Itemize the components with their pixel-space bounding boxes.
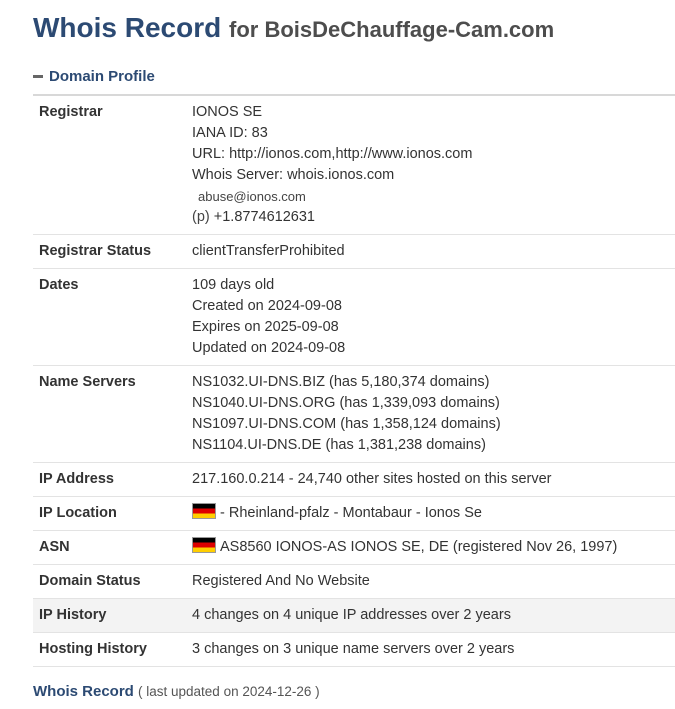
value-text: 109 days old <box>192 277 275 293</box>
value-text: Whois Server: whois.ionos.com <box>192 167 395 183</box>
value-text: 4 changes on 4 unique IP addresses over … <box>192 607 511 623</box>
value-line: 217.160.0.214 - 24,740 other sites hoste… <box>192 469 669 490</box>
row-label: ASN <box>33 530 186 565</box>
value-text: NS1097.UI-DNS.COM (has 1,358,124 domains… <box>192 416 501 432</box>
row-label: Domain Status <box>33 564 186 599</box>
value-text: - Rheinland-pfalz - Montabaur - Ionos Se <box>220 505 482 521</box>
value-line: IANA ID: 83 <box>192 123 669 144</box>
row-label: Dates <box>33 268 186 366</box>
row-value: NS1032.UI-DNS.BIZ (has 5,180,374 domains… <box>186 365 675 463</box>
value-line: - Rheinland-pfalz - Montabaur - Ionos Se <box>192 503 669 524</box>
row-value: AS8560 IONOS-AS IONOS SE, DE (registered… <box>186 530 675 565</box>
value-text: NS1032.UI-DNS.BIZ (has 5,180,374 domains… <box>192 374 490 390</box>
page-title-domain: for BoisDeChauffage-Cam.com <box>229 17 555 42</box>
domain-profile-table: Registrar IONOS SE IANA ID: 83 URL: http://… <box>33 96 675 667</box>
value-text: NS1040.UI-DNS.ORG (has 1,339,093 domains… <box>192 395 500 411</box>
row-label: Registrar Status <box>33 234 186 269</box>
whois-page: Whois Record for BoisDeChauffage-Cam.com… <box>0 0 675 709</box>
value-line: clientTransferProhibited <box>192 241 669 262</box>
page-title-main: Whois Record <box>33 12 222 43</box>
footer: Whois Record ( last updated on 2024-12-2… <box>33 683 320 700</box>
value-text: IONOS SE <box>192 104 263 120</box>
row-value: 3 changes on 3 unique name servers over … <box>186 632 675 667</box>
last-updated-text: ( last updated on 2024-12-26 ) <box>138 684 320 699</box>
row-value: - Rheinland-pfalz - Montabaur - Ionos Se <box>186 496 675 531</box>
value-line: NS1032.UI-DNS.BIZ (has 5,180,374 domains… <box>192 372 669 393</box>
value-text: NS1104.UI-DNS.DE (has 1,381,238 domains) <box>192 437 486 453</box>
profile-row: IP Address 217.160.0.214 - 24,740 other s… <box>33 462 675 497</box>
row-value: 4 changes on 4 unique IP addresses over … <box>186 598 675 633</box>
row-label: IP Address <box>33 462 186 497</box>
row-label: Registrar <box>33 96 186 235</box>
value-text: Expires on 2025-09-08 <box>192 319 339 335</box>
profile-row: Dates 109 days old Created on 2024-09-08 Ex… <box>33 268 675 366</box>
value-line: IONOS SE <box>192 102 669 123</box>
phone-prefix: (p) <box>192 209 210 225</box>
value-text: Updated on 2024-09-08 <box>192 340 346 356</box>
profile-row: Registrar Status clientTransferProhibited <box>33 234 675 269</box>
minus-icon <box>33 75 43 78</box>
page-title: Whois Record for BoisDeChauffage-Cam.com <box>33 12 554 44</box>
value-line: Created on 2024-09-08 <box>192 296 669 317</box>
value-line: Updated on 2024-09-08 <box>192 338 669 359</box>
registrar-email: abuse@ionos.com <box>198 189 306 204</box>
phone-number: +1.8774612631 <box>213 209 315 225</box>
profile-row: IP History 4 changes on 4 unique IP addre… <box>33 598 675 633</box>
row-label: Name Servers <box>33 365 186 463</box>
value-text: Registered And No Website <box>192 573 370 589</box>
domain-profile-toggle[interactable]: Domain Profile <box>33 68 155 85</box>
value-text: IANA ID: 83 <box>192 125 268 141</box>
registrar-phone: (p) +1.8774612631 <box>192 207 669 228</box>
value-text: 3 changes on 3 unique name servers over … <box>192 641 515 657</box>
value-text: AS8560 IONOS-AS IONOS SE, DE (registered… <box>220 539 618 555</box>
row-label: Hosting History <box>33 632 186 667</box>
profile-row: Registrar IONOS SE IANA ID: 83 URL: http://… <box>33 96 675 235</box>
row-value: Registered And No Website <box>186 564 675 599</box>
profile-row: ASN AS8560 IONOS-AS IONOS SE, DE (registe… <box>33 530 675 565</box>
value-line: 109 days old <box>192 275 669 296</box>
value-line: Expires on 2025-09-08 <box>192 317 669 338</box>
row-value: 217.160.0.214 - 24,740 other sites hoste… <box>186 462 675 497</box>
whois-record-link[interactable]: Whois Record <box>33 683 134 700</box>
row-label: IP History <box>33 598 186 633</box>
value-line: NS1097.UI-DNS.COM (has 1,358,124 domains… <box>192 414 669 435</box>
row-label: IP Location <box>33 496 186 531</box>
profile-row: Domain Status Registered And No Website <box>33 564 675 599</box>
profile-row: IP Location - Rheinland-pfalz - Montabaur… <box>33 496 675 531</box>
value-text: Created on 2024-09-08 <box>192 298 342 314</box>
value-line: Registered And No Website <box>192 571 669 592</box>
value-text: URL: http://ionos.com,http://www.ionos.c… <box>192 146 473 162</box>
value-line: AS8560 IONOS-AS IONOS SE, DE (registered… <box>192 537 669 558</box>
row-value: IONOS SE IANA ID: 83 URL: http://ionos.com… <box>186 96 675 235</box>
value-line: NS1040.UI-DNS.ORG (has 1,339,093 domains… <box>192 393 669 414</box>
germany-flag-icon <box>192 537 216 553</box>
profile-row: Name Servers NS1032.UI-DNS.BIZ (has 5,180… <box>33 365 675 463</box>
row-value: 109 days old Created on 2024-09-08 Expires… <box>186 268 675 366</box>
value-line: Whois Server: whois.ionos.com <box>192 165 669 186</box>
value-line: URL: http://ionos.com,http://www.ionos.c… <box>192 144 669 165</box>
domain-profile-label: Domain Profile <box>49 68 155 85</box>
profile-row: Hosting History 3 changes on 3 unique nam… <box>33 632 675 667</box>
value-text: 217.160.0.214 - 24,740 other sites hoste… <box>192 471 552 487</box>
row-value: clientTransferProhibited <box>186 234 675 269</box>
value-line: 4 changes on 4 unique IP addresses over … <box>192 605 669 626</box>
value-line: NS1104.UI-DNS.DE (has 1,381,238 domains) <box>192 435 669 456</box>
value-text: clientTransferProhibited <box>192 243 345 259</box>
germany-flag-icon <box>192 503 216 519</box>
value-line: 3 changes on 3 unique name servers over … <box>192 639 669 660</box>
